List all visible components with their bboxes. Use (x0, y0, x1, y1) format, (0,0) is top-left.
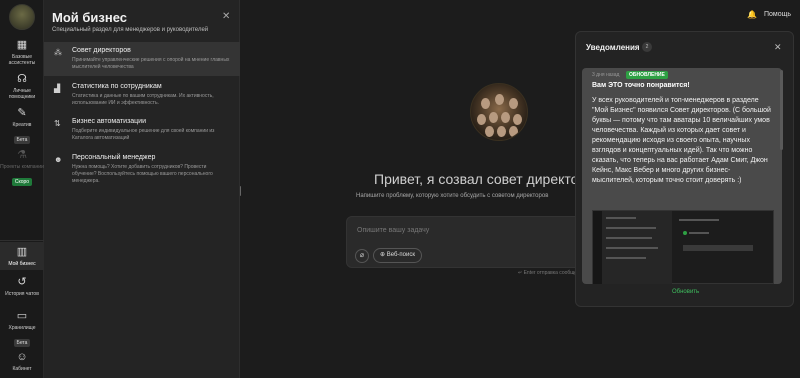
headset-icon: ☊ (17, 73, 27, 85)
notification-time: 3 дня назад (592, 72, 620, 78)
menu-desc: Нужна помощь? Хотите добавить сотруднико… (72, 164, 213, 184)
notifications-count: 2 (642, 42, 652, 52)
building-icon: ▥ (16, 246, 28, 258)
menu-desc: Принимайте управленческие решения с опор… (72, 57, 230, 70)
rail-label: Креатив (12, 122, 32, 128)
notifications-title: Уведомления (586, 43, 640, 52)
rail-item-cabinet[interactable]: ☺ Кабинет (0, 350, 44, 372)
rail-item-creative[interactable]: ✎ Креатив Бета (0, 106, 44, 146)
close-icon[interactable]: ✕ (774, 42, 782, 53)
attach-icon[interactable]: ⌀ (355, 249, 369, 263)
user-icon: ☺ (16, 351, 28, 363)
flow-icon: ⇅ (54, 119, 61, 128)
beta-badge: Бета (13, 339, 31, 347)
rail-label: Базовые ассистенты (8, 54, 36, 66)
help-link[interactable]: Помощь (764, 11, 791, 18)
bell-icon[interactable]: 🔔 (747, 10, 757, 19)
web-search-button[interactable]: ⊕ Веб-поиск (373, 248, 422, 263)
avatar[interactable] (9, 4, 35, 30)
soon-badge: Скоро (11, 178, 33, 186)
menu-title: Статистика по сотрудникам (72, 83, 162, 90)
refresh-button[interactable]: Обновить (672, 289, 699, 295)
icon-rail: ▦ Базовые ассистенты ☊ Личные помощники … (0, 0, 44, 378)
rail-item-personal-assistants[interactable]: ☊ Личные помощники (0, 72, 44, 100)
greeting-subtitle: Напишите проблему, которую хотите обсуди… (356, 193, 549, 199)
menu-title: Персональный менеджер (72, 154, 156, 161)
panel-title: Мой бизнес (52, 10, 127, 25)
folder-icon: ▭ (16, 310, 28, 322)
task-input-box[interactable]: Опишите вашу задачу ⌀ ⊕ Веб-поиск (346, 216, 586, 268)
notification-heading: Вам ЭТО точно понравится! (592, 82, 690, 89)
rail-label: Личные помощники (8, 88, 36, 100)
task-input[interactable]: Опишите вашу задачу (357, 227, 429, 234)
menu-item-employee-stats[interactable]: ▟ Статистика по сотрудникам Статистика и… (44, 78, 240, 112)
notifications-scrollbar[interactable] (780, 70, 783, 150)
notification-card: 3 дня назад ОБНОВЛЕНИЕ Вам ЭТО точно пон… (582, 68, 782, 284)
chart-icon: ▟ (54, 84, 61, 93)
beta-badge: Бета (13, 136, 31, 144)
notification-screenshot (592, 210, 774, 284)
menu-desc: Статистика и данные по вашим сотрудникам… (72, 93, 214, 106)
rail-item-chat-history[interactable]: ↺ История чатов (0, 275, 44, 297)
greeting-title: Привет, я созвал совет директоров (374, 171, 602, 187)
board-icon: ⁂ (54, 48, 62, 57)
rail-item-company-projects: ⚗ Проекты компании Скоро (0, 148, 44, 188)
notification-body: У всех руководителей и топ-менеджеров в … (592, 97, 771, 184)
rail-label: Кабинет (12, 366, 32, 372)
rail-label: Хранилище (8, 325, 36, 331)
history-icon: ↺ (17, 276, 27, 288)
menu-title: Совет директоров (72, 47, 131, 54)
menu-desc: Подберите индивидуальное решение для сво… (72, 128, 215, 141)
flask-icon: ⚗ (17, 149, 27, 161)
rail-label: Мой бизнес (8, 261, 36, 267)
rail-item-storage[interactable]: ▭ Хранилище Бета (0, 309, 44, 349)
rail-item-base-assistants[interactable]: ▦ Базовые ассистенты (0, 38, 44, 66)
update-badge: ОБНОВЛЕНИЕ (626, 71, 668, 79)
rail-item-my-business[interactable]: ▥ Мой бизнес (0, 242, 44, 270)
menu-item-business-automation[interactable]: ⇅ Бизнес автоматизации Подберите индивид… (44, 113, 240, 147)
notifications-panel: Уведомления 2 ✕ 3 дня назад ОБНОВЛЕНИЕ В… (575, 31, 794, 307)
menu-item-board-of-directors[interactable]: ⁂ Совет директоров Принимайте управленче… (44, 42, 240, 76)
palette-icon: ✎ (17, 107, 27, 119)
person-icon: ☻ (54, 155, 63, 164)
close-icon[interactable]: ✕ (222, 11, 230, 22)
menu-item-personal-manager[interactable]: ☻ Персональный менеджер Нужна помощь? Хо… (44, 149, 240, 197)
rail-label: Проекты компании (0, 164, 44, 170)
board-portrait-image (470, 83, 528, 141)
menu-title: Бизнес автоматизации (72, 118, 146, 125)
grid-icon: ▦ (16, 39, 28, 51)
rail-divider (0, 240, 44, 241)
rail-label: История чатов (5, 291, 39, 297)
web-search-label: Веб-поиск (386, 252, 415, 258)
panel-subtitle: Специальный раздел для менеджеров и руко… (52, 27, 209, 33)
my-business-panel: Мой бизнес Специальный раздел для менедж… (44, 0, 240, 378)
